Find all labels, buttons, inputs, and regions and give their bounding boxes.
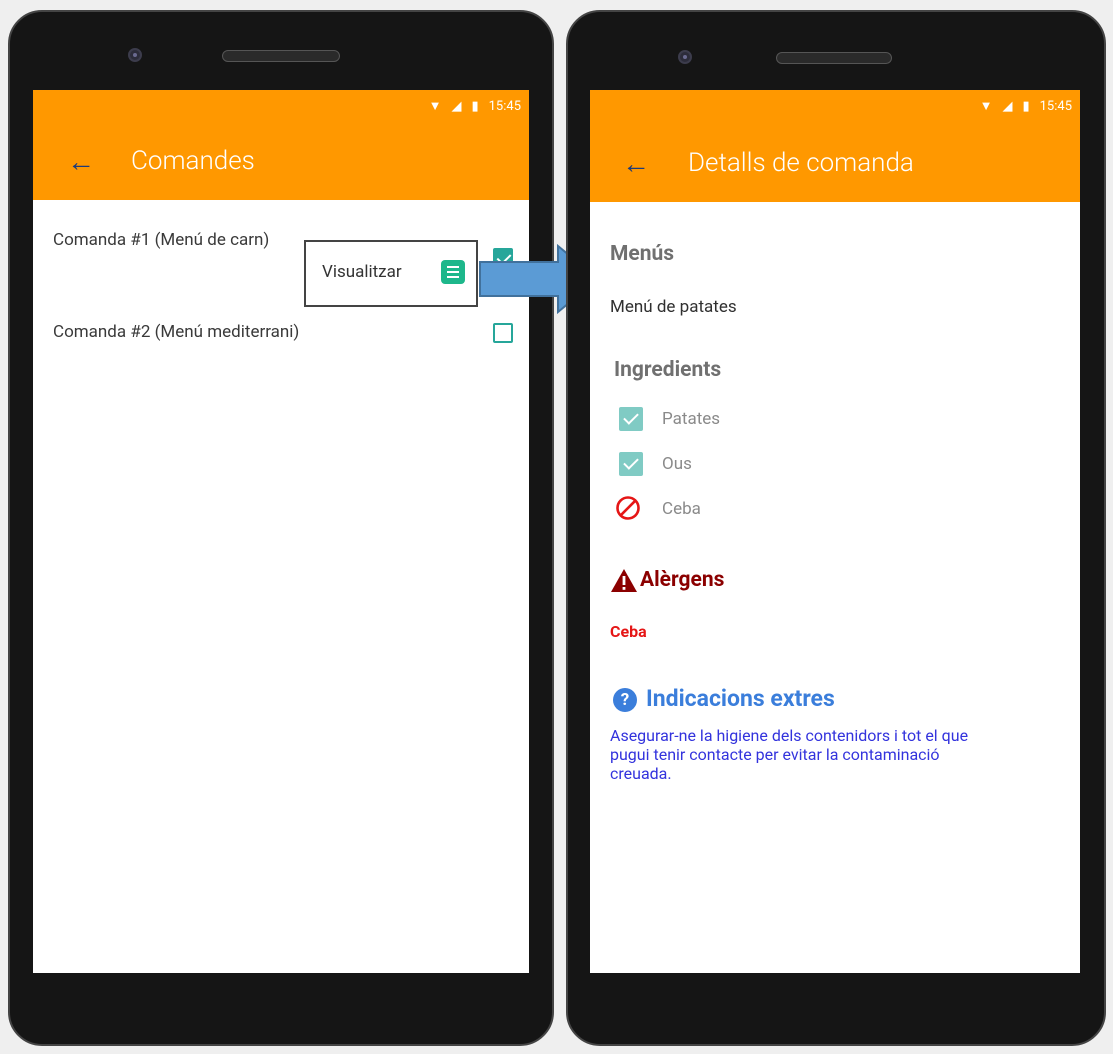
- extras-heading: Indicacions extres: [646, 685, 835, 712]
- front-camera: [678, 50, 692, 64]
- page-title: Detalls de comanda: [688, 148, 914, 178]
- ingredient-checkbox[interactable]: [619, 407, 643, 431]
- wifi-icon: ▼: [428, 99, 442, 114]
- back-arrow-icon[interactable]: ←: [622, 150, 650, 178]
- menus-heading: Menús: [610, 242, 675, 266]
- ingredient-label: Patates: [662, 409, 721, 429]
- ingredient-label: Ceba: [662, 499, 701, 519]
- back-arrow-icon[interactable]: ←: [67, 148, 95, 176]
- ingredient-checkbox[interactable]: [619, 452, 643, 476]
- help-icon: ?: [613, 688, 637, 712]
- status-time: 15:45: [1039, 98, 1072, 114]
- front-camera: [128, 48, 142, 62]
- app-bar: ← Comandes: [33, 126, 529, 200]
- prohibited-icon: [616, 496, 640, 520]
- view-menu-item[interactable]: Visualitzar: [322, 262, 402, 282]
- warning-icon: [611, 569, 637, 592]
- menu-item: Menú de patates: [610, 297, 737, 317]
- battery-icon: ▮: [1022, 98, 1030, 114]
- earpiece-speaker: [776, 52, 892, 64]
- status-bar: ▼ ◢ ▮ 15:45: [33, 90, 529, 126]
- ingredient-label: Ous: [662, 454, 692, 474]
- list-icon: [441, 260, 465, 284]
- signal-icon: ◢: [1002, 98, 1013, 114]
- allergen-item: Ceba: [610, 622, 647, 641]
- view-popup-menu[interactable]: Visualitzar: [304, 240, 478, 307]
- app-bar: ← Detalls de comanda: [590, 126, 1080, 202]
- page-title: Comandes: [131, 146, 255, 176]
- orders-screen: ▼ ◢ ▮ 15:45 ← Comandes Comanda #1 (Menú …: [33, 90, 529, 973]
- order-label: Comanda #2 (Menú mediterrani): [53, 322, 300, 342]
- battery-icon: ▮: [471, 98, 479, 114]
- status-bar: ▼ ◢ ▮ 15:45: [590, 90, 1080, 126]
- earpiece-speaker: [222, 50, 340, 62]
- order-checkbox[interactable]: [493, 323, 513, 343]
- details-screen: ▼ ◢ ▮ 15:45 ← Detalls de comanda Menús M…: [590, 90, 1080, 973]
- status-time: 15:45: [488, 98, 521, 114]
- signal-icon: ◢: [451, 98, 462, 114]
- wifi-icon: ▼: [979, 99, 993, 114]
- ingredients-heading: Ingredients: [614, 358, 722, 382]
- extras-text: Asegurar-ne la higiene dels contenidors …: [610, 726, 969, 783]
- allergens-heading: Alèrgens: [640, 568, 725, 592]
- order-label: Comanda #1 (Menú de carn): [53, 230, 270, 250]
- phone-frame-details: ▼ ◢ ▮ 15:45 ← Detalls de comanda Menús M…: [566, 10, 1106, 1046]
- phone-frame-orders: ▼ ◢ ▮ 15:45 ← Comandes Comanda #1 (Menú …: [8, 10, 554, 1046]
